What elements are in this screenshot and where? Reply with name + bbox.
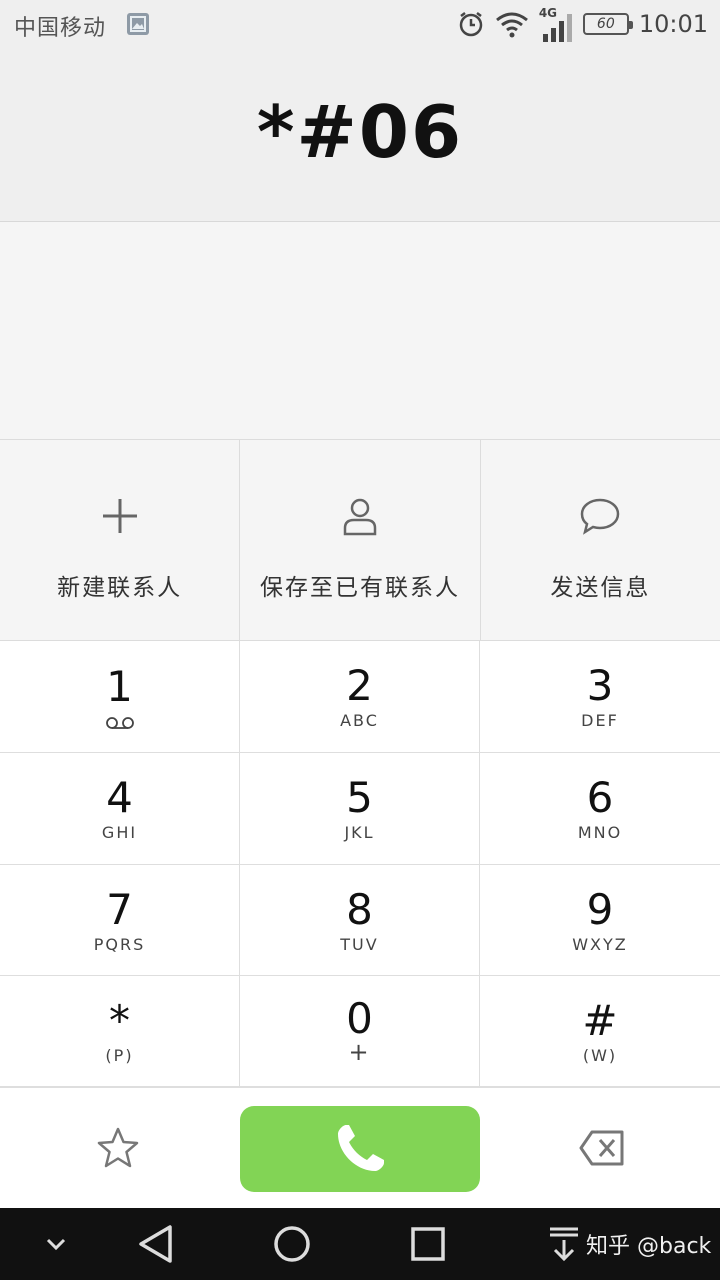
key-2[interactable]: 2 ABC <box>240 641 480 753</box>
key-letters: (W) <box>582 1045 618 1065</box>
key-letters: TUV <box>340 934 379 954</box>
key-digit: 9 <box>586 884 614 934</box>
phone-call-icon <box>338 1125 384 1171</box>
status-icons: 4G 60 10:01 <box>457 6 708 42</box>
watermark-text: 知乎 @back <box>586 1234 712 1259</box>
contact-suggestion-area <box>0 222 720 440</box>
key-digit: 2 <box>346 661 373 710</box>
back-triangle-icon[interactable] <box>134 1208 178 1280</box>
plus-icon <box>102 499 137 533</box>
save-to-existing-contact-button[interactable]: 保存至已有联系人 <box>240 440 481 640</box>
key-digit: # <box>582 995 618 1045</box>
carrier-label: 中国移动 <box>14 16 107 41</box>
key-hash[interactable]: # (W) <box>480 976 720 1087</box>
dialed-number: *#06 <box>256 89 464 174</box>
home-circle-icon[interactable] <box>270 1208 314 1280</box>
key-3[interactable]: 3 DEF <box>480 641 720 753</box>
backspace-icon[interactable] <box>578 1128 626 1168</box>
key-digit: * <box>109 995 130 1045</box>
chevron-down-icon[interactable] <box>36 1208 76 1280</box>
key-letters: GHI <box>101 823 138 842</box>
key-letters: + <box>348 1038 371 1066</box>
key-5[interactable]: 5 JKL <box>240 753 480 865</box>
key-1[interactable]: 1 <box>0 641 240 753</box>
new-contact-button[interactable]: 新建联系人 <box>0 440 241 640</box>
key-letters: MNO <box>577 823 623 842</box>
key-digit: 5 <box>346 773 373 822</box>
recents-square-icon[interactable] <box>406 1208 450 1280</box>
key-4[interactable]: 4 GHI <box>0 753 240 865</box>
save-to-existing-contact-label: 保存至已有联系人 <box>259 575 460 601</box>
key-digit: 1 <box>106 661 133 711</box>
person-icon <box>343 498 377 536</box>
dial-keypad: 1 2 ABC 3 DEF 4 GHI 5 JKL 6 MNO 7 PQRS 8… <box>0 641 720 1087</box>
clock: 10:01 <box>638 10 708 38</box>
key-digit: 4 <box>106 773 133 822</box>
image-notification-icon <box>127 13 149 35</box>
send-message-label: 发送信息 <box>550 575 651 601</box>
key-letters: (P) <box>105 1045 134 1065</box>
system-nav-bar: 知乎 @back <box>0 1208 720 1280</box>
battery-icon: 60 <box>582 13 633 35</box>
send-message-button[interactable]: 发送信息 <box>481 440 720 640</box>
key-letters: JKL <box>344 823 375 842</box>
status-bar: 中国移动 4G 60 10:01 <box>0 0 720 48</box>
message-bubble-icon <box>581 498 620 535</box>
key-9[interactable]: 9 WXYZ <box>480 865 720 976</box>
call-button[interactable] <box>240 1106 480 1192</box>
key-digit: 8 <box>346 884 373 934</box>
pull-down-icon[interactable] <box>548 1226 580 1262</box>
key-digit: 7 <box>106 884 133 934</box>
key-letters: PQRS <box>93 934 146 954</box>
number-display[interactable]: *#06 <box>0 48 720 222</box>
voicemail-icon <box>105 716 134 729</box>
key-8[interactable]: 8 TUV <box>240 865 480 976</box>
key-7[interactable]: 7 PQRS <box>0 865 240 976</box>
key-letters: WXYZ <box>572 934 628 954</box>
key-digit: 0 <box>346 994 373 1043</box>
key-digit: 3 <box>586 661 614 710</box>
dialer-bottom-bar <box>0 1087 720 1208</box>
key-digit: 6 <box>586 773 614 822</box>
key-0[interactable]: 0 + <box>240 976 480 1087</box>
star-icon[interactable] <box>96 1126 140 1170</box>
new-contact-label: 新建联系人 <box>57 575 183 601</box>
key-letters: DEF <box>581 711 619 730</box>
watermark: 知乎 @back <box>548 1208 711 1280</box>
alarm-icon <box>459 12 483 37</box>
signal-icon: 4G <box>539 6 573 42</box>
key-letters: ABC <box>340 711 379 730</box>
number-actions: 新建联系人 保存至已有联系人 发送信息 <box>0 440 720 641</box>
key-6[interactable]: 6 MNO <box>480 753 720 865</box>
key-star[interactable]: * (P) <box>0 976 240 1087</box>
battery-level: 60 <box>596 16 615 32</box>
wifi-icon <box>495 12 528 38</box>
